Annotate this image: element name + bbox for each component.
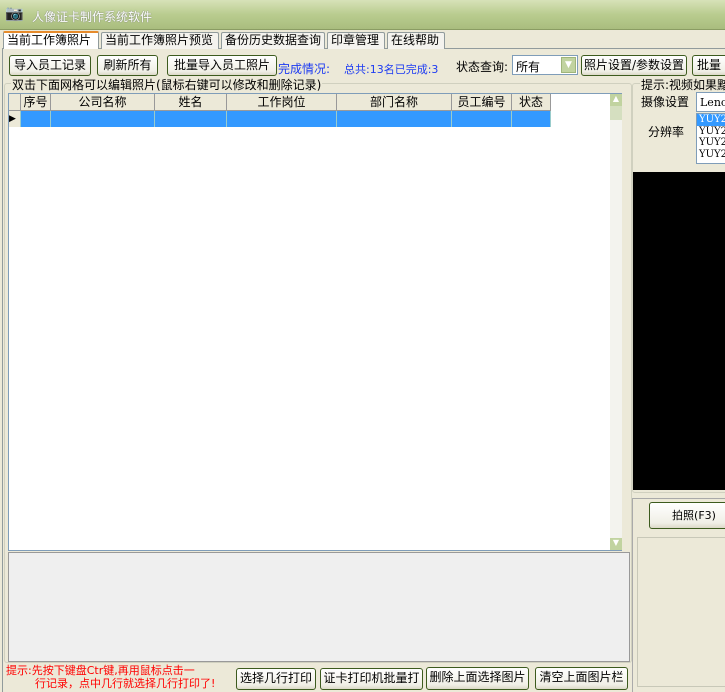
list-item[interactable]: YUY2	[697, 149, 725, 161]
tab-history[interactable]: 备份历史数据查询	[221, 32, 325, 49]
column-header[interactable]: 部门名称	[337, 94, 452, 111]
batch-more-button[interactable]: 批量	[692, 55, 725, 76]
column-header[interactable]: 姓名	[155, 94, 227, 111]
scroll-thumb[interactable]	[610, 106, 622, 120]
column-header[interactable]: 状态	[512, 94, 551, 111]
list-item[interactable]: YUY2	[697, 126, 725, 138]
resolution-list[interactable]: YUY2 YUY2 YUY2 YUY2	[696, 113, 725, 164]
refresh-all-button[interactable]: 刷新所有	[97, 55, 158, 76]
batch-import-photos-button[interactable]: 批量导入员工照片	[167, 55, 277, 76]
filter-label: 状态查询:	[456, 60, 509, 74]
tab-current-photos[interactable]: 当前工作簿照片	[3, 31, 99, 49]
vertical-scrollbar[interactable]: ▲ ▼	[610, 94, 622, 550]
tab-seal[interactable]: 印章管理	[327, 32, 385, 49]
list-item[interactable]: YUY2	[697, 137, 725, 149]
delete-selected-image-button[interactable]: 删除上面选择图片	[426, 667, 529, 690]
camera-label: 摄像设置	[641, 95, 690, 109]
scroll-up-icon[interactable]: ▲	[610, 94, 622, 106]
title-bar: 📷 人像证卡制作系统软件	[0, 0, 725, 30]
filter-value: 所有	[516, 60, 541, 74]
window-title: 人像证卡制作系统软件	[32, 10, 153, 24]
chevron-down-icon: ▼	[561, 57, 576, 73]
capture-button[interactable]: 拍照(F3)	[649, 502, 725, 529]
image-strip-panel	[8, 552, 630, 662]
hint-line-2: 行记录，点中几行就选择几行打印了!	[35, 677, 216, 690]
column-header[interactable]: 工作岗位	[227, 94, 337, 111]
video-preview	[633, 172, 725, 490]
column-header[interactable]: 员工编号	[452, 94, 512, 111]
clear-images-button[interactable]: 清空上面图片栏	[535, 667, 628, 690]
employee-grid[interactable]: 序号 公司名称 姓名 工作岗位 部门名称 员工编号 状态 ▶	[8, 93, 622, 551]
column-header[interactable]: 序号	[21, 94, 51, 111]
column-header[interactable]: 公司名称	[51, 94, 155, 111]
scroll-down-icon[interactable]: ▼	[610, 538, 622, 550]
current-row-arrow-icon: ▶	[9, 111, 21, 127]
status-filter-dropdown[interactable]: 所有 ▼	[512, 55, 578, 75]
print-selected-button[interactable]: 选择几行打印	[236, 668, 316, 690]
capture-preview	[637, 537, 725, 687]
camera-hint: 提示:视频如果黯	[640, 76, 725, 93]
camera-select[interactable]: Lenovo	[696, 92, 725, 112]
tab-photo-preview[interactable]: 当前工作簿照片预览	[101, 32, 219, 49]
row-indicator-header	[9, 94, 21, 111]
status-label: 完成情况:	[278, 62, 331, 76]
resolution-label: 分辨率	[648, 125, 685, 139]
camera-icon: 📷	[5, 4, 24, 22]
grid-legend: 双击下面网格可以编辑照片(鼠标右键可以修改和删除记录)	[11, 76, 323, 93]
tab-help[interactable]: 在线帮助	[387, 32, 445, 49]
list-item[interactable]: YUY2	[697, 114, 725, 126]
photo-settings-button[interactable]: 照片设置/参数设置	[581, 55, 687, 76]
import-records-button[interactable]: 导入员工记录	[9, 55, 91, 76]
status-value: 总共:13名已完成:3	[344, 63, 439, 76]
hint-line-1: 提示:先按下键盘Ctr键,再用鼠标点击一	[6, 664, 195, 677]
card-printer-batch-button[interactable]: 证卡打印机批量打	[320, 668, 423, 690]
